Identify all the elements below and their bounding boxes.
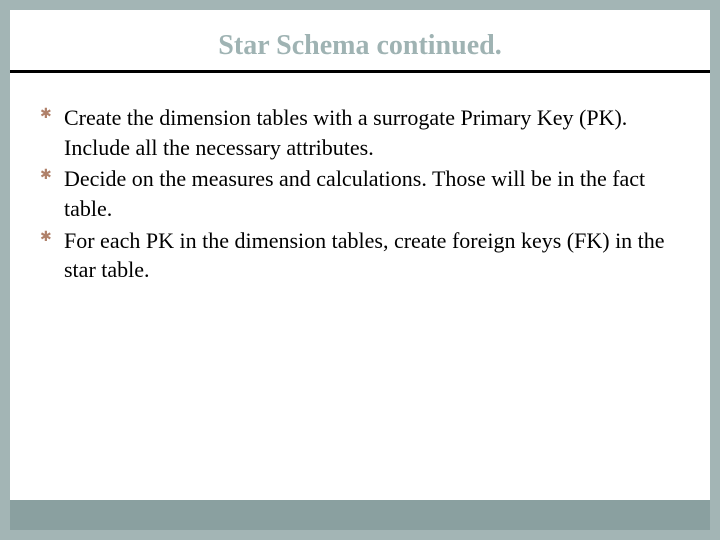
- slide-content: Create the dimension tables with a surro…: [10, 73, 710, 500]
- list-item: For each PK in the dimension tables, cre…: [38, 226, 682, 285]
- slide-title: Star Schema continued.: [10, 30, 710, 62]
- list-item: Decide on the measures and calculations.…: [38, 164, 682, 223]
- slide-header: Star Schema continued.: [10, 10, 710, 70]
- slide: Star Schema continued. Create the dimens…: [10, 10, 710, 530]
- slide-footer: [10, 500, 710, 530]
- list-item: Create the dimension tables with a surro…: [38, 103, 682, 162]
- bullet-list: Create the dimension tables with a surro…: [38, 103, 682, 285]
